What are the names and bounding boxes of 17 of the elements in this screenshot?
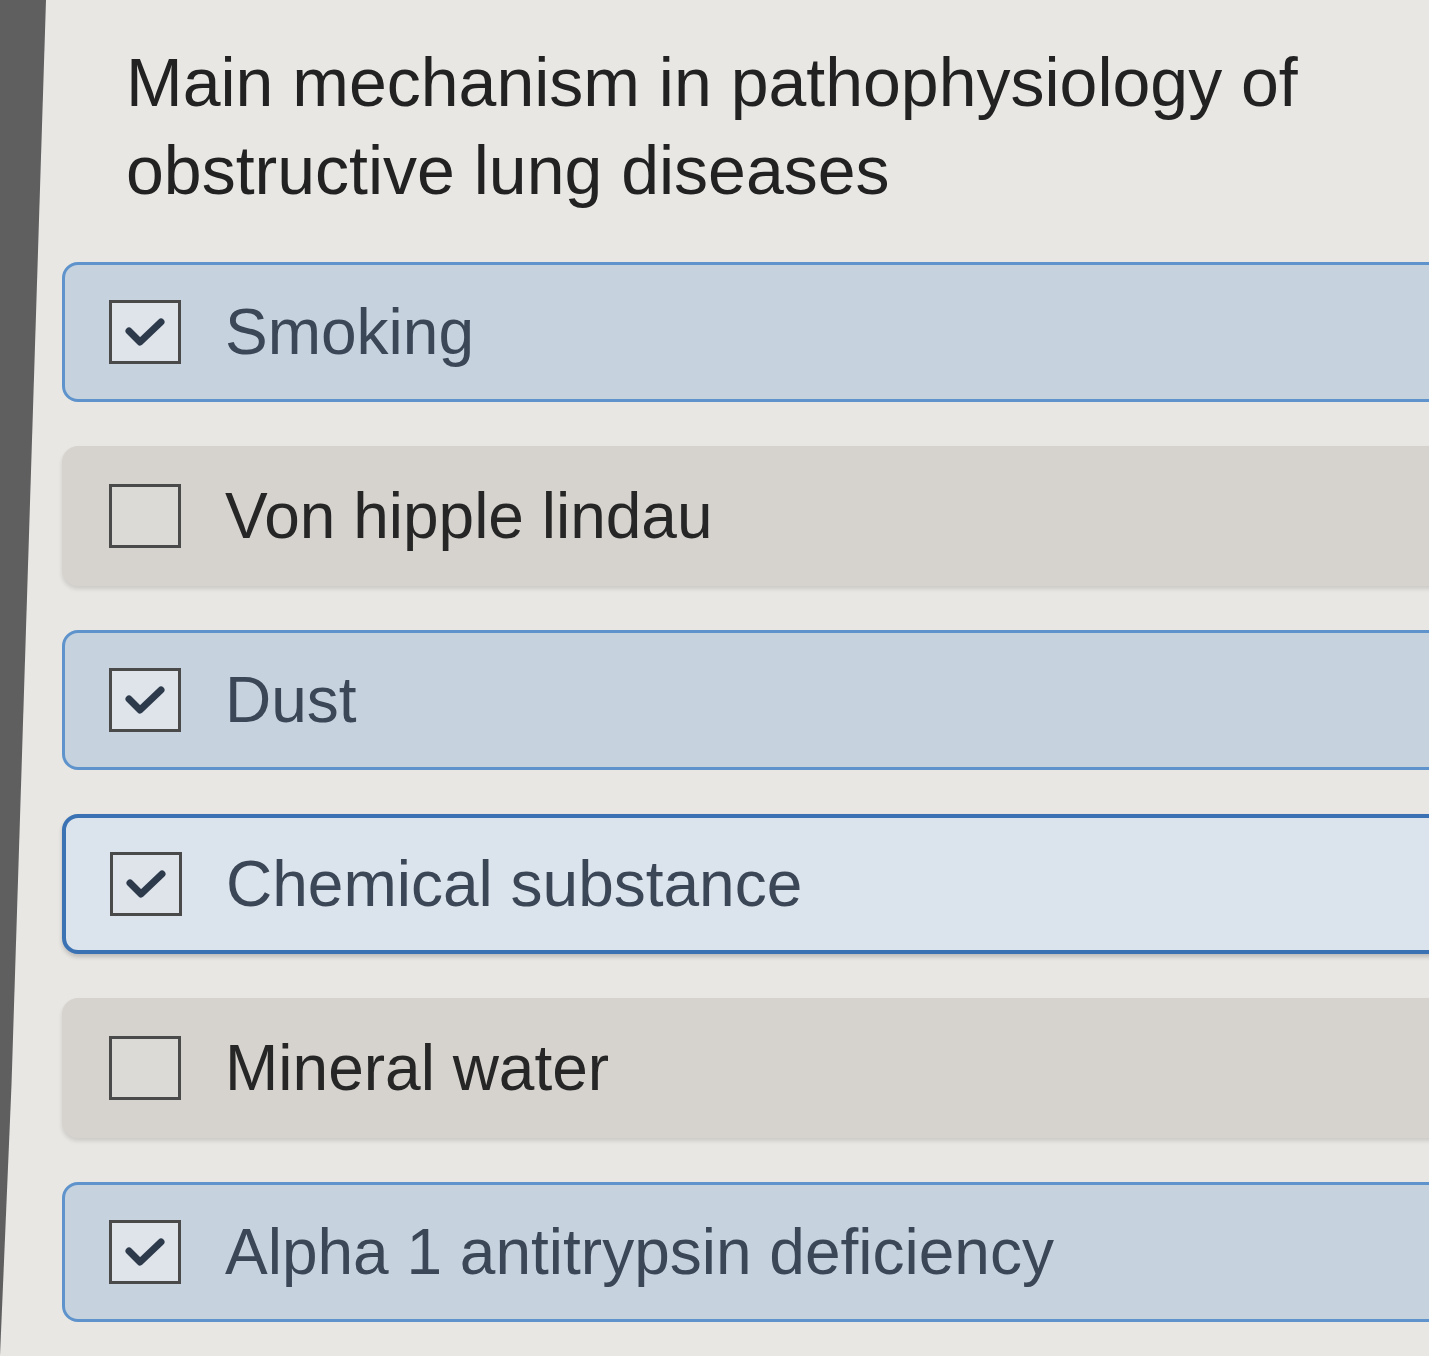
- checkmark-icon: [126, 869, 166, 899]
- checkbox[interactable]: [109, 1036, 181, 1100]
- checkbox[interactable]: [109, 484, 181, 548]
- checkmark-icon: [125, 317, 165, 347]
- checkbox[interactable]: [109, 668, 181, 732]
- answer-option[interactable]: Alpha 1 antitrypsin deficiency: [62, 1182, 1429, 1322]
- checkmark-icon: [125, 685, 165, 715]
- answer-option[interactable]: Mineral water: [62, 998, 1429, 1138]
- checkbox[interactable]: [109, 300, 181, 364]
- checkbox[interactable]: [110, 852, 182, 916]
- question-title: Main mechanism in pathophysiology of obstructive lung diseases: [126, 43, 1299, 210]
- answer-option[interactable]: Smoking: [62, 262, 1429, 402]
- checkbox[interactable]: [109, 1220, 181, 1284]
- answer-option[interactable]: Von hipple lindau: [62, 446, 1429, 586]
- answer-option[interactable]: Dust: [62, 630, 1429, 770]
- answer-option[interactable]: Chemical substance: [62, 814, 1429, 954]
- checkmark-icon: [125, 1237, 165, 1267]
